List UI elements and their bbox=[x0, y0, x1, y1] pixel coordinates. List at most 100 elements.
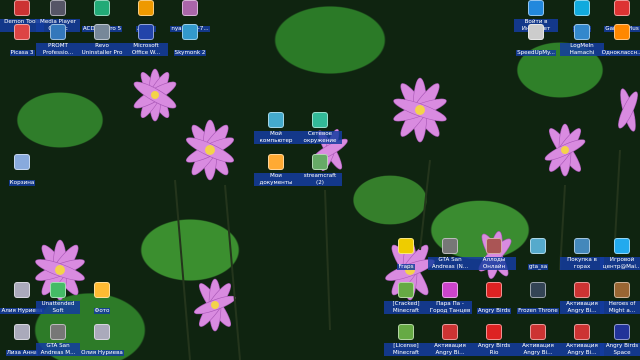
app-icon bbox=[182, 24, 198, 40]
app-icon bbox=[14, 154, 30, 170]
desktop-icon[interactable]: Angry Birds bbox=[472, 282, 516, 318]
app-icon bbox=[312, 112, 328, 128]
app-icon bbox=[14, 324, 30, 340]
desktop-icon[interactable]: Пара Па - Город Танцев bbox=[428, 282, 472, 318]
desktop-icon[interactable]: Мои документы bbox=[254, 154, 298, 190]
app-icon bbox=[442, 282, 458, 298]
app-icon bbox=[614, 0, 630, 16]
desktop-icon[interactable]: Angry Birds Space bbox=[600, 324, 640, 360]
desktop-icon[interactable]: Microsoft Office W... bbox=[124, 24, 168, 60]
desktop-icon-label: Сетевое окружение bbox=[298, 131, 342, 144]
desktop-icon[interactable]: Мой компьютер bbox=[254, 112, 298, 148]
app-icon bbox=[530, 282, 546, 298]
app-icon bbox=[614, 238, 630, 254]
app-icon bbox=[442, 324, 458, 340]
desktop-icon-label: Пара Па - Город Танцев bbox=[428, 301, 472, 314]
desktop-icon[interactable]: Angry Birds Rio bbox=[472, 324, 516, 360]
desktop-icon[interactable]: Revo Uninstaller Pro bbox=[80, 24, 124, 60]
app-icon bbox=[574, 238, 590, 254]
desktop-icon[interactable]: streamcraft (2) bbox=[298, 154, 342, 190]
app-icon bbox=[312, 154, 328, 170]
desktop-icon-label: Активация Angry Bi... bbox=[516, 343, 560, 356]
desktop-icon[interactable]: Одноклассн... bbox=[600, 24, 640, 60]
desktop-icon[interactable]: Активация Angry Bi... bbox=[516, 324, 560, 360]
desktop-icon-label: Frozen Throne bbox=[517, 307, 559, 314]
desktop-icon[interactable]: GTA San Andreas M... bbox=[36, 324, 80, 360]
app-icon bbox=[442, 238, 458, 254]
desktop-icon-label: Angry Birds Space bbox=[600, 343, 640, 356]
desktop-icon-label: Angry Birds bbox=[476, 307, 512, 314]
app-icon bbox=[50, 0, 66, 16]
desktop-icon-label: [License] Minecraft bbox=[384, 343, 428, 356]
desktop-icon[interactable]: Олия Нуриева bbox=[80, 324, 124, 360]
app-icon bbox=[138, 0, 154, 16]
desktop-icon[interactable]: Игровой центр@Mai... bbox=[600, 238, 640, 274]
desktop-icon-label: Игровой центр@Mai... bbox=[600, 257, 640, 270]
desktop-icon-label: Фото bbox=[93, 307, 111, 314]
desktop-icon-label: Revo Uninstaller Pro bbox=[80, 43, 124, 56]
desktop-icon[interactable]: Активация Angry Bi... bbox=[560, 282, 604, 318]
desktop-icon[interactable]: Fraps bbox=[384, 238, 428, 274]
app-icon bbox=[268, 154, 284, 170]
desktop-icon[interactable]: Покупка в горах bbox=[560, 238, 604, 274]
desktop-icon-label: GTA San Andreas (N... bbox=[428, 257, 472, 270]
desktop-icon[interactable]: Heroes of Might a... bbox=[600, 282, 640, 318]
app-icon bbox=[94, 282, 110, 298]
desktop-icon-label: [Cracked] Minecraft bbox=[384, 301, 428, 314]
desktop-icon[interactable]: Skymonk 2 bbox=[168, 24, 212, 60]
desktop-icon[interactable]: GTA San Andreas (N... bbox=[428, 238, 472, 274]
app-icon bbox=[50, 24, 66, 40]
desktop-icon-label: Heroes of Might a... bbox=[600, 301, 640, 314]
desktop-icon[interactable]: PROMT Professio... bbox=[36, 24, 80, 60]
desktop-icon-label: Покупка в горах bbox=[560, 257, 604, 270]
app-icon bbox=[182, 0, 198, 16]
desktop-icon-label: Лиза Анна bbox=[5, 349, 39, 356]
desktop-icon[interactable]: gta_sa bbox=[516, 238, 560, 274]
app-icon bbox=[574, 0, 590, 16]
desktop-icon-label: Microsoft Office W... bbox=[124, 43, 168, 56]
desktop-icon[interactable]: Аллоды Онлайн bbox=[472, 238, 516, 274]
app-icon bbox=[614, 324, 630, 340]
app-icon bbox=[528, 24, 544, 40]
desktop-icon[interactable]: Фото bbox=[80, 282, 124, 318]
app-icon bbox=[138, 24, 154, 40]
app-icon bbox=[268, 112, 284, 128]
desktop-icon-label: gta_sa bbox=[527, 263, 549, 270]
desktop-icon-label: PROMT Professio... bbox=[36, 43, 80, 56]
desktop-icon[interactable]: Frozen Throne bbox=[516, 282, 560, 318]
desktop-icon-label: LogMeIn Hamachi bbox=[560, 43, 604, 56]
app-icon bbox=[398, 324, 414, 340]
app-icon bbox=[574, 24, 590, 40]
desktop-icon-label: Skymonk 2 bbox=[173, 49, 207, 56]
desktop-icon[interactable]: Сетевое окружение bbox=[298, 112, 342, 148]
desktop-icon-label: Unattended Soft bbox=[36, 301, 80, 314]
desktop-icon-label: Picasa 3 bbox=[9, 49, 35, 56]
desktop-icon[interactable]: Активация Angry Bi... bbox=[428, 324, 472, 360]
app-icon bbox=[574, 324, 590, 340]
desktop-icon[interactable]: SpeedUpMy... bbox=[514, 24, 558, 60]
desktop-icon[interactable]: Unattended Soft bbox=[36, 282, 80, 318]
desktop-icon[interactable]: LogMeIn Hamachi bbox=[560, 24, 604, 60]
app-icon bbox=[50, 324, 66, 340]
desktop-icon[interactable]: Активация Angry Bi... bbox=[560, 324, 604, 360]
desktop-icon[interactable]: Корзина bbox=[0, 154, 44, 190]
app-icon bbox=[530, 324, 546, 340]
app-icon bbox=[50, 282, 66, 298]
app-icon bbox=[530, 238, 546, 254]
desktop-icon-label: streamcraft (2) bbox=[298, 173, 342, 186]
app-icon bbox=[528, 0, 544, 16]
desktop: Demon Tools PROMedia Player ClassicACDSe… bbox=[0, 0, 640, 360]
desktop-icon-label: Мой компьютер bbox=[254, 131, 298, 144]
app-icon bbox=[14, 0, 30, 16]
desktop-icon-label: GTA San Andreas M... bbox=[36, 343, 80, 356]
desktop-icon-label: Активация Angry Bi... bbox=[560, 343, 604, 356]
desktop-icon[interactable]: [License] Minecraft bbox=[384, 324, 428, 360]
app-icon bbox=[614, 24, 630, 40]
desktop-icon-label: Аллоды Онлайн bbox=[472, 257, 516, 270]
desktop-icon[interactable]: [Cracked] Minecraft bbox=[384, 282, 428, 318]
app-icon bbox=[14, 24, 30, 40]
desktop-icon-label: Angry Birds Rio bbox=[472, 343, 516, 356]
app-icon bbox=[94, 324, 110, 340]
app-icon bbox=[14, 282, 30, 298]
desktop-icon-label: Активация Angry Bi... bbox=[560, 301, 604, 314]
